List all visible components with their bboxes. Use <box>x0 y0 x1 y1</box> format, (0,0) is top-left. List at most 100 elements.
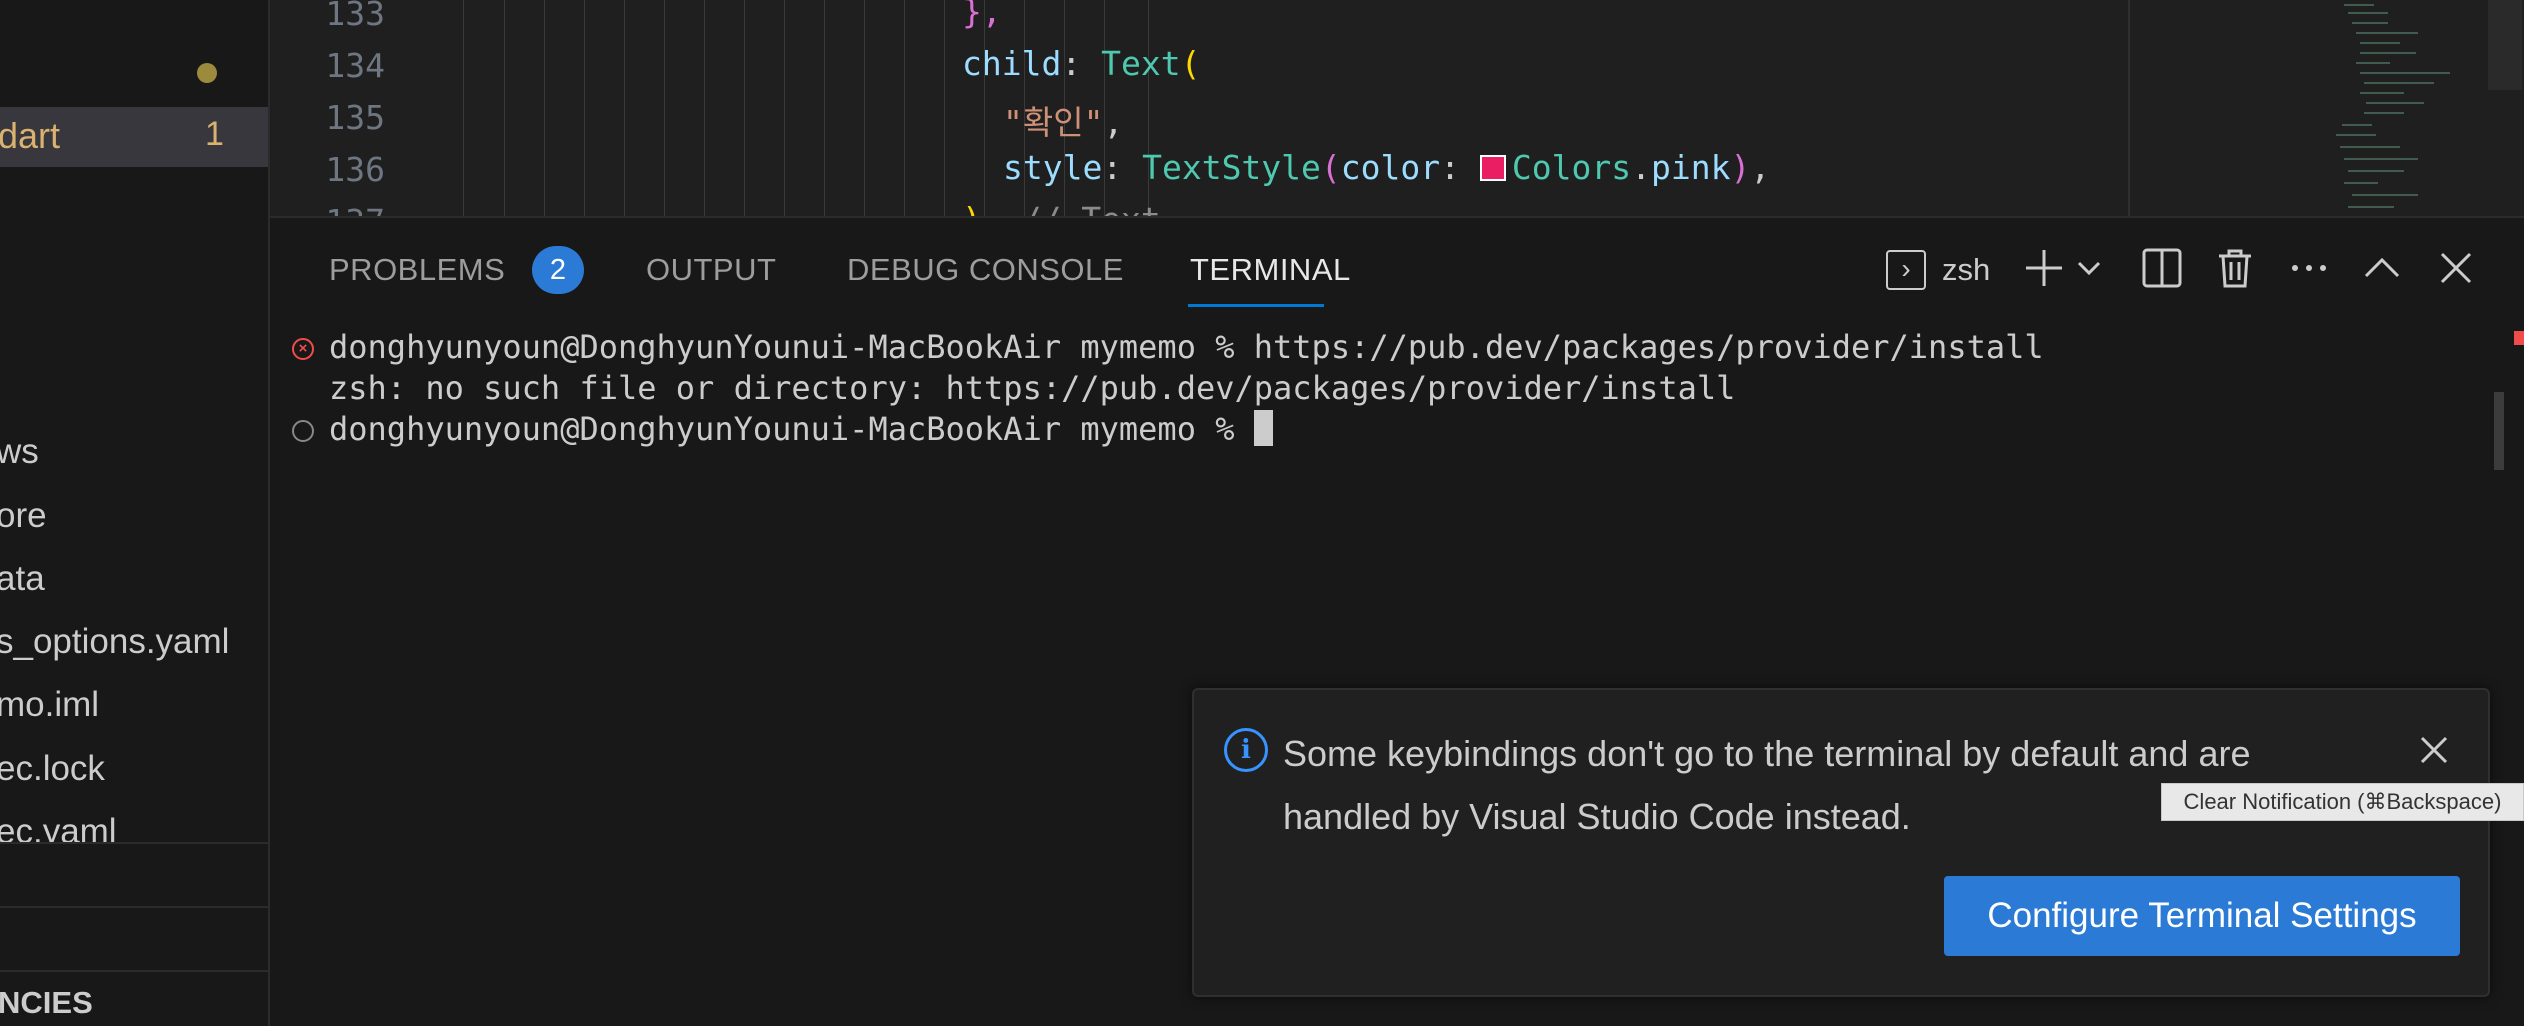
code-token: ( <box>1180 44 1201 83</box>
indent-guide <box>864 0 865 216</box>
code-line-134: child: Text( <box>962 44 1200 83</box>
indent-guide <box>544 0 545 216</box>
code-line-133: }, <box>962 0 1002 31</box>
code-token: child <box>962 44 1062 83</box>
minimap-line <box>2344 4 2374 6</box>
tab-terminal[interactable]: TERMINAL <box>1190 252 1351 288</box>
modified-dot-icon <box>197 63 217 83</box>
terminal-scrollbar[interactable] <box>2494 392 2504 470</box>
indent-guide <box>463 0 464 216</box>
code-token: "확인" <box>1003 103 1104 142</box>
indent-guide <box>664 0 665 216</box>
more-actions-icon[interactable] <box>2287 246 2331 290</box>
configure-terminal-settings-button[interactable]: Configure Terminal Settings <box>1944 876 2460 956</box>
minimap-line <box>2348 12 2388 14</box>
tooltip: Clear Notification (⌘Backspace) <box>2161 783 2524 821</box>
section-divider <box>0 970 268 972</box>
notification-toast: i Some keybindings don't go to the termi… <box>1192 688 2490 997</box>
new-terminal-plus-icon[interactable] <box>2022 246 2066 290</box>
code-token: style <box>1003 148 1103 187</box>
line-number: 133 <box>325 0 385 33</box>
code-editor[interactable]: 133 134 135 136 137 }, child: Text( "확인"… <box>270 0 2524 218</box>
section-divider <box>0 842 268 844</box>
minimap-line <box>2360 92 2404 94</box>
minimap-line <box>2336 134 2376 136</box>
code-line-137: ) // Text <box>962 200 1161 216</box>
minimap-line <box>2364 82 2434 84</box>
terminal-line: zsh: no such file or directory: https://… <box>329 369 1736 407</box>
indent-guide <box>904 0 905 216</box>
minimap-line <box>2340 146 2400 148</box>
color-swatch-icon[interactable] <box>1479 155 1506 181</box>
indent-guide <box>704 0 705 216</box>
indent-guide <box>784 0 785 216</box>
indent-guide <box>824 0 825 216</box>
tab-output[interactable]: OUTPUT <box>646 252 776 288</box>
indent-guide <box>584 0 585 216</box>
explorer-item[interactable]: mo.iml <box>0 685 99 725</box>
minimap-line <box>2352 194 2418 196</box>
code-token: ) <box>1730 148 1751 187</box>
minimap-line <box>2344 158 2418 160</box>
minimap-line <box>2360 52 2416 54</box>
section-divider <box>0 906 268 908</box>
code-token: pink <box>1650 148 1731 187</box>
terminal-shell-icon[interactable]: › <box>1886 250 1926 290</box>
explorer-item[interactable]: ws <box>0 432 39 472</box>
command-error-decoration-icon[interactable]: × <box>292 338 314 360</box>
terminal-line: donghyunyoun@DonghyunYounui-MacBookAir m… <box>329 328 2044 366</box>
code-token: : <box>1440 148 1480 187</box>
minimap[interactable] <box>2300 0 2500 216</box>
code-token: color <box>1340 148 1441 187</box>
minimap-line <box>2348 170 2404 172</box>
editor-scrollbar[interactable] <box>2488 0 2522 90</box>
code-token: TextStyle <box>1142 148 1321 187</box>
explorer-item-active-label[interactable]: dart <box>0 115 60 157</box>
minimap-line <box>2348 206 2394 208</box>
explorer-item[interactable]: ec.lock <box>0 749 105 789</box>
split-terminal-icon[interactable] <box>2140 246 2184 290</box>
tab-debug-console[interactable]: DEBUG CONSOLE <box>847 252 1124 288</box>
minimap-border <box>2128 0 2130 216</box>
problems-count-badge: 2 <box>532 246 584 294</box>
dependencies-section-header[interactable]: NCIES <box>0 985 93 1021</box>
code-token: : <box>1102 148 1143 187</box>
minimap-line <box>2342 124 2372 126</box>
code-token: ( <box>1320 148 1341 187</box>
chevron-down-icon[interactable] <box>2076 246 2102 290</box>
code-token: }, <box>962 0 1002 31</box>
indent-guide <box>624 0 625 216</box>
indent-guide <box>744 0 745 216</box>
indent-guide <box>944 0 945 216</box>
minimap-line <box>2360 42 2400 44</box>
explorer-item[interactable]: ata <box>0 559 45 599</box>
line-number: 137 <box>270 202 385 216</box>
code-token: Colors <box>1511 148 1632 187</box>
line-number: 136 <box>325 150 385 189</box>
close-notification-icon[interactable] <box>2414 730 2454 770</box>
minimap-line <box>2364 112 2404 114</box>
code-line-135: "확인", <box>1003 96 1123 144</box>
explorer-item[interactable]: s_options.yaml <box>0 622 229 662</box>
minimap-line <box>2344 182 2378 184</box>
error-scroll-marker <box>2514 331 2524 345</box>
line-number: 135 <box>325 98 385 137</box>
indent-guide <box>504 0 505 216</box>
code-token: ) <box>962 200 982 216</box>
code-token: Text <box>1101 44 1181 83</box>
terminal-prompt: donghyunyoun@DonghyunYounui-MacBookAir m… <box>329 410 1254 448</box>
code-token: // Text <box>982 200 1161 216</box>
terminal-cursor <box>1253 410 1273 446</box>
sidebar-mask <box>0 842 268 862</box>
minimap-line <box>2352 22 2388 24</box>
explorer-item[interactable]: ore <box>0 496 47 536</box>
terminal-shell-name[interactable]: zsh <box>1942 252 1990 288</box>
maximize-panel-icon[interactable] <box>2360 246 2404 290</box>
tab-problems[interactable]: PROBLEMS <box>329 252 505 288</box>
close-panel-icon[interactable] <box>2434 246 2478 290</box>
minimap-line <box>2360 72 2450 74</box>
terminal-prompt-line[interactable]: donghyunyoun@DonghyunYounui-MacBookAir m… <box>329 410 1273 448</box>
command-decoration-icon[interactable] <box>292 420 314 442</box>
problem-count-badge: 1 <box>205 115 224 153</box>
trash-icon[interactable] <box>2213 246 2257 290</box>
